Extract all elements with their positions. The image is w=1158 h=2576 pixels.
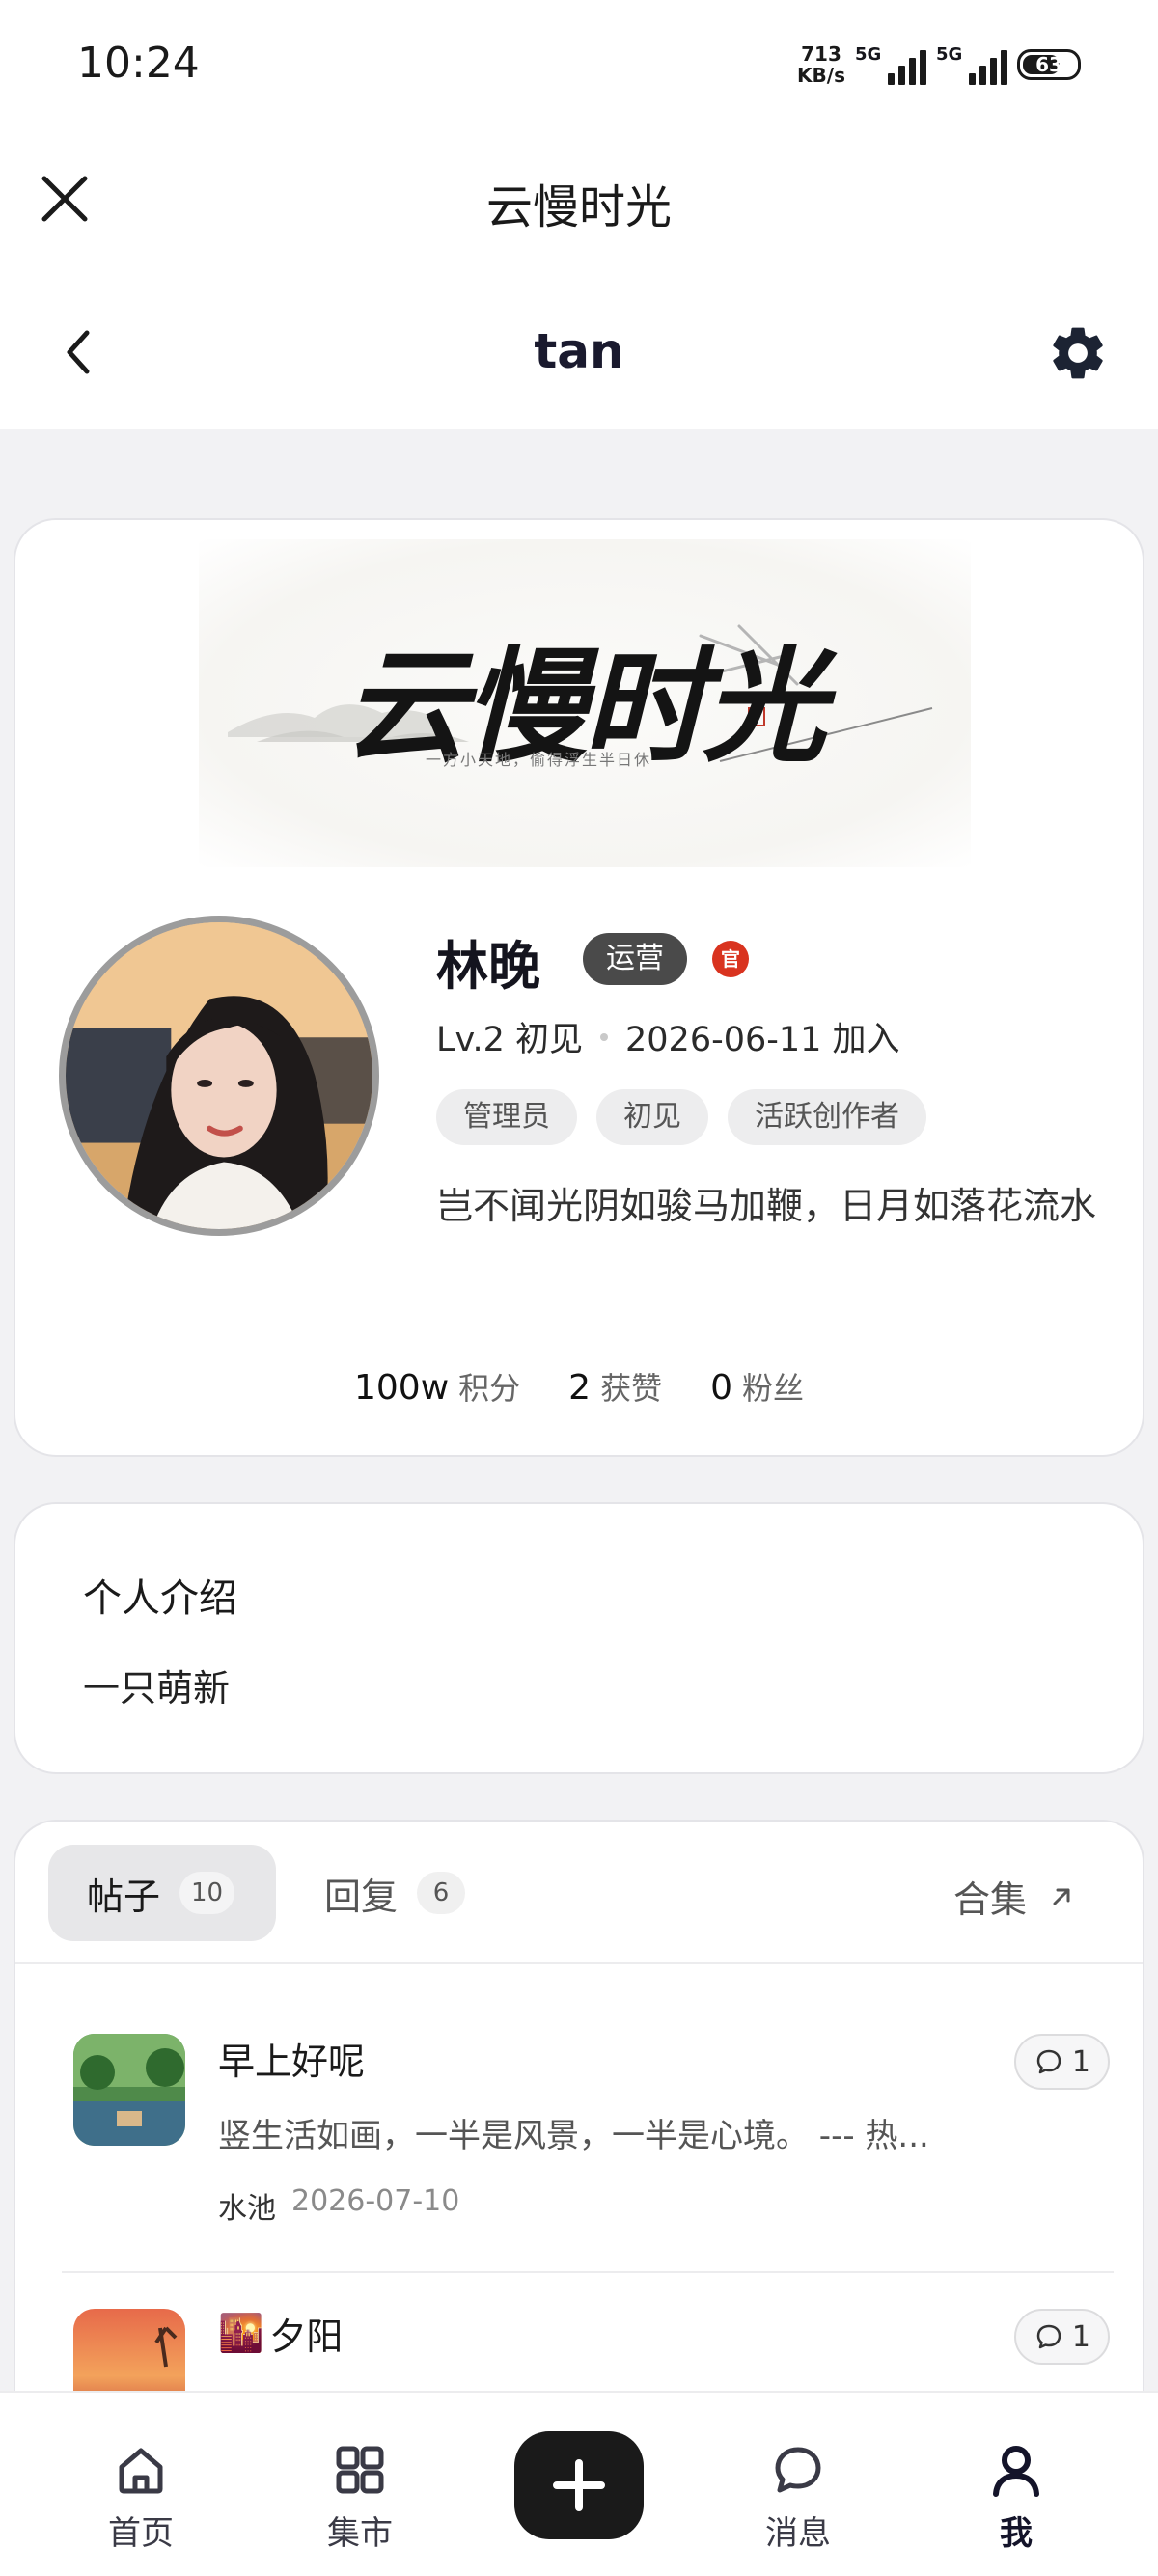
home-icon <box>119 2448 163 2494</box>
status-bar: 10:24 713 KB/s 5G 5G 63 <box>0 0 1158 130</box>
content-tabs: 帖子 10 回复 6 合集 <box>15 1822 1143 1964</box>
sunset-emoji-icon: 🌇 <box>218 2312 264 2354</box>
profile-card: 云慢时光 一方小天地，偷得浮生半日休 林晚 运营 官 Lv.2 初见 2026-… <box>14 518 1144 1457</box>
tab-posts[interactable]: 帖子 10 <box>48 1845 276 1941</box>
post-title: 早上好呢 <box>218 2041 366 2083</box>
page-title: tan <box>534 323 624 379</box>
intro-card: 个人介绍 一只萌新 <box>14 1502 1144 1774</box>
join-date: 2026-06-11 加入 <box>625 1021 900 1059</box>
comment-count[interactable]: 1 <box>1013 2034 1110 2090</box>
separator-dot <box>600 1032 609 1041</box>
collection-link[interactable]: 合集 <box>953 1870 1075 1923</box>
bottom-nav: 首页 集市 消息 我 <box>0 2391 1158 2576</box>
app-header: 云慢时光 <box>0 130 1158 275</box>
signal-icon: 5G <box>936 44 1007 85</box>
user-icon <box>993 2446 1039 2497</box>
avatar[interactable] <box>59 916 379 1236</box>
user-tag: 活跃创作者 <box>728 1089 926 1145</box>
user-tag: 初见 <box>596 1089 708 1145</box>
grid-icon <box>336 2446 384 2494</box>
arrow-up-right-icon <box>1053 1888 1070 1905</box>
user-tag: 管理员 <box>436 1089 577 1145</box>
nav-me[interactable]: 我 <box>939 2393 1093 2576</box>
chat-icon <box>775 2447 821 2493</box>
status-time: 10:24 <box>77 39 200 88</box>
official-badge-icon: 官 <box>712 941 749 977</box>
intro-text: 一只萌新 <box>83 1667 231 1710</box>
post-item[interactable]: 早上好呢 竖生活如画，一半是风景，一半是心境。 --- 热... 水池 2026… <box>62 2014 1114 2273</box>
stat-likes[interactable]: 2 获赞 <box>568 1364 662 1409</box>
level-info: Lv.2 初见 2026-06-11 加入 <box>436 1012 900 1061</box>
banner-subtitle: 一方小天地，偷得浮生半日休 <box>426 751 652 769</box>
app-title: 云慢时光 <box>485 180 672 234</box>
nav-home[interactable]: 首页 <box>64 2393 218 2576</box>
status-icons: 713 KB/s 5G 5G 63 <box>797 41 1081 89</box>
user-level: Lv.2 初见 <box>436 1021 584 1059</box>
user-name: 林晚 <box>436 936 540 997</box>
gear-icon[interactable] <box>1046 321 1110 385</box>
post-title: 🌇 夕阳 <box>218 2312 344 2358</box>
user-signature: 岂不闻光阴如骏马加鞭，日月如落花流水 <box>436 1185 1097 1227</box>
nav-market[interactable]: 集市 <box>283 2393 437 2576</box>
role-badge: 运营 <box>583 933 687 985</box>
post-board[interactable]: 水池 <box>218 2184 276 2227</box>
nav-messages[interactable]: 消息 <box>721 2393 875 2576</box>
profile-banner: 云慢时光 一方小天地，偷得浮生半日休 <box>199 539 971 867</box>
plus-icon <box>553 2459 605 2511</box>
replies-count-badge: 6 <box>417 1872 466 1914</box>
intro-title: 个人介绍 <box>83 1576 237 1621</box>
comment-icon <box>1036 2324 1062 2349</box>
posts-count-badge: 10 <box>179 1872 235 1914</box>
network-speed: 713 KB/s <box>797 42 845 87</box>
tab-replies[interactable]: 回复 6 <box>324 1845 466 1941</box>
comment-count[interactable]: 1 <box>1013 2309 1110 2365</box>
user-tags: 管理员 初见 活跃创作者 <box>436 1089 926 1145</box>
create-post-button[interactable] <box>514 2431 644 2539</box>
post-thumbnail <box>73 2034 185 2146</box>
user-stats: 100w 积分 2 获赞 0 粉丝 <box>15 1364 1143 1409</box>
avatar-image <box>66 922 372 1229</box>
stat-followers[interactable]: 0 粉丝 <box>710 1364 804 1409</box>
post-date: 2026-07-10 <box>291 2184 460 2218</box>
battery-icon: 63 <box>1017 49 1081 80</box>
nav-header: tan <box>0 275 1158 429</box>
signal-icon: 5G <box>855 44 926 85</box>
stat-points[interactable]: 100w 积分 <box>354 1364 520 1409</box>
post-meta: 水池 2026-07-10 <box>218 2184 459 2227</box>
comment-icon <box>1036 2049 1062 2074</box>
post-excerpt: 竖生活如画，一半是风景，一半是心境。 --- 热... <box>218 2117 929 2155</box>
